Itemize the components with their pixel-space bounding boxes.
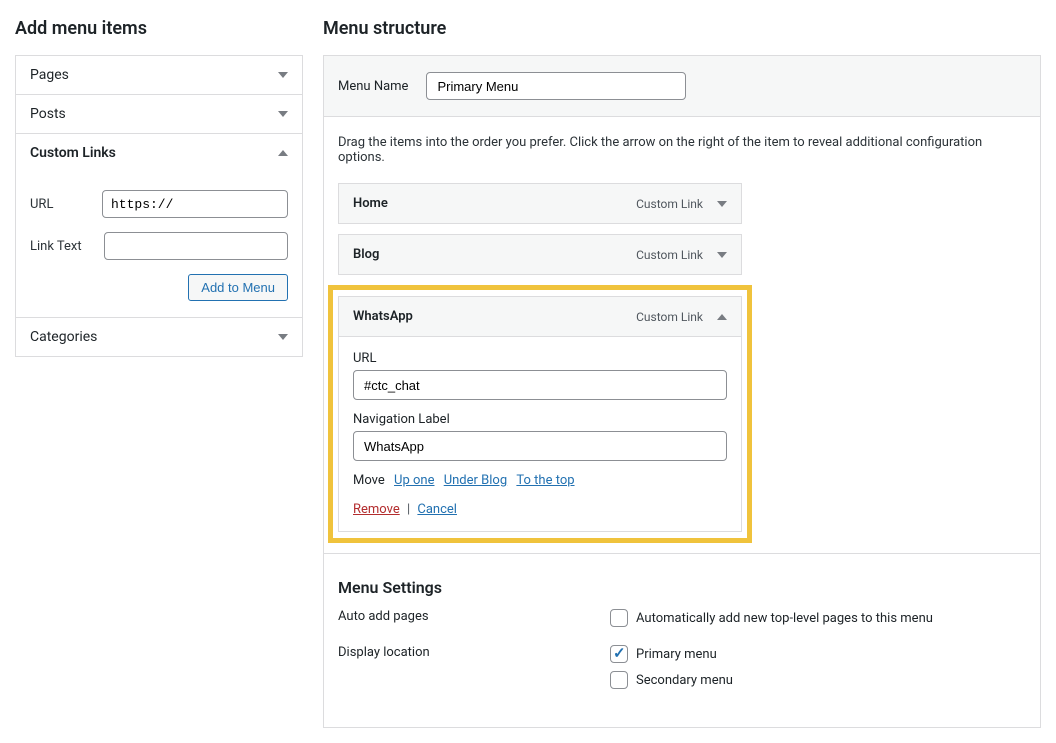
move-under-link[interactable]: Under Blog: [444, 473, 507, 488]
accordion-posts-label: Posts: [30, 106, 66, 122]
accordion-categories[interactable]: Categories: [15, 317, 303, 357]
accordion-posts[interactable]: Posts: [15, 94, 303, 134]
accordion-categories-label: Categories: [30, 329, 97, 345]
move-to-top-link[interactable]: To the top: [516, 473, 574, 488]
chevron-down-icon: [717, 201, 727, 207]
menu-item-whatsapp: WhatsApp Custom Link URL Navigation Labe…: [338, 296, 742, 532]
item-url-input[interactable]: [353, 370, 727, 400]
menu-item-name: WhatsApp: [353, 309, 636, 324]
highlighted-menu-item: WhatsApp Custom Link URL Navigation Labe…: [328, 285, 752, 543]
secondary-menu-option[interactable]: Secondary menu: [610, 671, 733, 689]
item-url-label: URL: [353, 351, 727, 366]
chevron-down-icon: [278, 111, 288, 117]
add-to-menu-button[interactable]: Add to Menu: [188, 274, 288, 301]
item-navlabel-label: Navigation Label: [353, 412, 727, 427]
menu-name-label: Menu Name: [338, 79, 408, 94]
chevron-up-icon: [278, 150, 288, 156]
menu-item-name: Blog: [353, 247, 636, 262]
move-up-one-link[interactable]: Up one: [394, 473, 434, 488]
link-text-label: Link Text: [30, 239, 104, 254]
separator: |: [407, 502, 410, 517]
link-text-input[interactable]: [104, 232, 288, 260]
chevron-down-icon: [717, 252, 727, 258]
secondary-menu-checkbox[interactable]: [610, 671, 628, 689]
auto-add-checkbox[interactable]: [610, 609, 628, 627]
chevron-down-icon: [278, 72, 288, 78]
menu-settings-heading: Menu Settings: [338, 578, 1026, 597]
auto-add-pages-option[interactable]: Automatically add new top-level pages to…: [610, 609, 933, 627]
chevron-down-icon: [278, 334, 288, 340]
display-location-label: Display location: [338, 645, 610, 697]
menu-structure-heading: Menu structure: [323, 18, 1041, 39]
url-input[interactable]: [102, 190, 288, 218]
accordion-pages[interactable]: Pages: [15, 55, 303, 95]
menu-item-whatsapp-header[interactable]: WhatsApp Custom Link: [339, 297, 741, 336]
instructions-text: Drag the items into the order you prefer…: [324, 117, 1040, 171]
cancel-link[interactable]: Cancel: [417, 502, 457, 517]
menu-item-type: Custom Link: [636, 248, 703, 262]
remove-link[interactable]: Remove: [353, 502, 400, 517]
move-label: Move: [353, 473, 385, 488]
menu-structure-panel: Menu Name Drag the items into the order …: [323, 55, 1041, 728]
menu-item-type: Custom Link: [636, 310, 703, 324]
accordion-custom-links-header[interactable]: Custom Links: [16, 134, 302, 172]
item-navlabel-input[interactable]: [353, 431, 727, 461]
menu-item-type: Custom Link: [636, 197, 703, 211]
url-label: URL: [30, 197, 102, 212]
add-menu-items-heading: Add menu items: [15, 18, 303, 39]
menu-item-blog[interactable]: Blog Custom Link: [338, 234, 742, 275]
accordion-custom-links: Custom Links URL Link Text Add to Menu: [15, 133, 303, 318]
menu-item-home[interactable]: Home Custom Link: [338, 183, 742, 224]
chevron-up-icon: [717, 314, 727, 320]
menu-item-name: Home: [353, 196, 636, 211]
menu-name-input[interactable]: [426, 72, 686, 100]
accordion-pages-label: Pages: [30, 67, 69, 83]
accordion-custom-links-label: Custom Links: [30, 145, 116, 161]
primary-menu-checkbox[interactable]: [610, 645, 628, 663]
auto-add-pages-label: Auto add pages: [338, 609, 610, 635]
primary-menu-option[interactable]: Primary menu: [610, 645, 733, 663]
